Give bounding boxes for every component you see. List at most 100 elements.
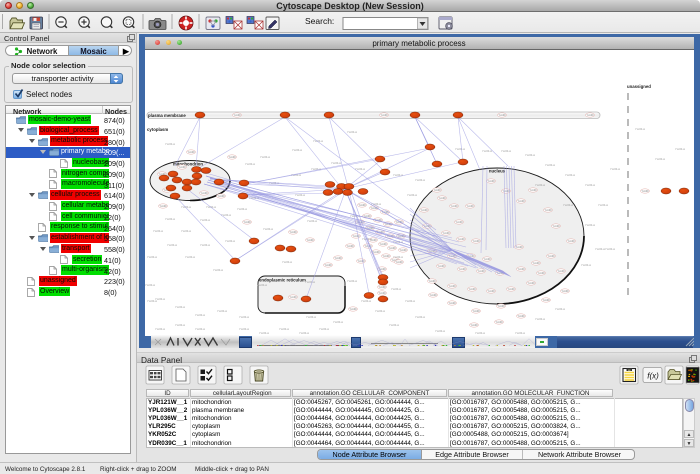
svg-text:Yxx00: Yxx00 bbox=[537, 271, 545, 275]
svg-text:Yxx00-w: Yxx00-w bbox=[393, 255, 403, 259]
svg-text:Yxx00: Yxx00 bbox=[529, 188, 537, 192]
svg-text:Yxx00-w: Yxx00-w bbox=[263, 227, 273, 231]
svg-text:Yxx00-w: Yxx00-w bbox=[675, 147, 685, 151]
svg-text:Yxx00: Yxx00 bbox=[289, 230, 297, 234]
svg-text:Yxx00: Yxx00 bbox=[544, 208, 552, 212]
svg-text:Yxx00: Yxx00 bbox=[159, 204, 167, 208]
svg-text:Yxx00: Yxx00 bbox=[306, 238, 314, 242]
svg-text:Yxx00: Yxx00 bbox=[527, 281, 535, 285]
svg-text:Yxx00-w: Yxx00-w bbox=[635, 127, 645, 131]
svg-text:Yxx00-w: Yxx00-w bbox=[167, 243, 177, 247]
svg-text:Yxx00-w: Yxx00-w bbox=[535, 317, 545, 321]
svg-text:Yxx00-w: Yxx00-w bbox=[585, 223, 595, 227]
svg-text:Yxx00: Yxx00 bbox=[382, 254, 390, 258]
svg-text:Yxx00-w: Yxx00-w bbox=[200, 243, 210, 247]
svg-text:Yxx00: Yxx00 bbox=[477, 269, 485, 273]
svg-text:Yxx00-w: Yxx00-w bbox=[306, 315, 316, 319]
svg-text:Yxx00-w: Yxx00-w bbox=[155, 327, 165, 331]
svg-text:Yxx00-w: Yxx00-w bbox=[391, 287, 401, 291]
svg-text:Yxx00-w: Yxx00-w bbox=[545, 163, 555, 167]
svg-text:Yxx00-w: Yxx00-w bbox=[147, 255, 157, 259]
svg-text:Yxx00: Yxx00 bbox=[487, 179, 495, 183]
svg-text:Yxx00-w: Yxx00-w bbox=[165, 142, 175, 146]
svg-text:Yxx00: Yxx00 bbox=[450, 204, 458, 208]
svg-text:Yxx00-w: Yxx00-w bbox=[185, 255, 195, 259]
svg-text:Yxx00-w: Yxx00-w bbox=[555, 307, 565, 311]
svg-text:Yxx00: Yxx00 bbox=[470, 323, 478, 327]
svg-text:Yxx00-w: Yxx00-w bbox=[147, 299, 157, 303]
svg-text:Yxx00: Yxx00 bbox=[372, 250, 380, 254]
svg-text:Yxx00: Yxx00 bbox=[357, 259, 365, 263]
svg-text:Yxx00-w: Yxx00-w bbox=[245, 162, 255, 166]
svg-text:Yxx00: Yxx00 bbox=[448, 301, 456, 305]
svg-text:Yxx00-w: Yxx00-w bbox=[655, 157, 665, 161]
svg-text:Yxx00-w: Yxx00-w bbox=[257, 283, 267, 287]
svg-text:Yxx00-w: Yxx00-w bbox=[239, 315, 249, 319]
svg-text:Yxx00-w: Yxx00-w bbox=[415, 315, 425, 319]
svg-text:f(x): f(x) bbox=[647, 372, 659, 381]
svg-text:Yxx00: Yxx00 bbox=[468, 287, 476, 291]
svg-text:Yxx00-w: Yxx00-w bbox=[535, 183, 545, 187]
svg-text:Yxx00: Yxx00 bbox=[438, 196, 446, 200]
svg-text:Yxx00: Yxx00 bbox=[334, 256, 342, 260]
svg-text:Yxx00: Yxx00 bbox=[457, 237, 465, 241]
svg-text:Yxx00: Yxx00 bbox=[428, 279, 436, 283]
svg-text:Yxx00: Yxx00 bbox=[498, 113, 506, 117]
svg-text:unassigned: unassigned bbox=[627, 84, 651, 89]
svg-text:Yxx00: Yxx00 bbox=[358, 203, 366, 207]
svg-text:Yxx00-w: Yxx00-w bbox=[319, 327, 329, 331]
svg-text:nucleus: nucleus bbox=[488, 169, 505, 174]
svg-text:Yxx00-w: Yxx00-w bbox=[200, 218, 210, 222]
svg-text:Yxx00: Yxx00 bbox=[380, 113, 388, 117]
svg-text:Yxx00: Yxx00 bbox=[586, 113, 594, 117]
svg-text:Yxx00-w: Yxx00-w bbox=[563, 203, 573, 207]
svg-text:Yxx00: Yxx00 bbox=[458, 267, 466, 271]
svg-text:endoplasmic reticulum: endoplasmic reticulum bbox=[259, 278, 306, 283]
svg-text:Yxx00: Yxx00 bbox=[437, 264, 445, 268]
svg-text:Yxx00: Yxx00 bbox=[517, 267, 525, 271]
svg-text:Yxx00-w: Yxx00-w bbox=[407, 193, 417, 197]
svg-text:Yxx00-w: Yxx00-w bbox=[333, 320, 343, 324]
svg-text:Yxx00-w: Yxx00-w bbox=[501, 149, 511, 153]
svg-text:Yxx00-w: Yxx00-w bbox=[175, 323, 185, 327]
svg-text:Yxx00: Yxx00 bbox=[641, 189, 649, 193]
svg-text:Yxx00: Yxx00 bbox=[448, 284, 456, 288]
svg-text:Yxx00-w: Yxx00-w bbox=[585, 183, 595, 187]
svg-text:Yxx00-w: Yxx00-w bbox=[181, 205, 191, 209]
svg-text:Yxx00-w: Yxx00-w bbox=[435, 329, 445, 333]
svg-text:Yxx00: Yxx00 bbox=[243, 220, 251, 224]
svg-text:Yxx00-w: Yxx00-w bbox=[153, 229, 163, 233]
svg-text:Yxx00-w: Yxx00-w bbox=[225, 239, 235, 243]
svg-text:Yxx00-w: Yxx00-w bbox=[175, 305, 185, 309]
svg-text:Yxx00-w: Yxx00-w bbox=[610, 167, 620, 171]
svg-text:Yxx00-w: Yxx00-w bbox=[525, 153, 535, 157]
svg-text:Yxx00: Yxx00 bbox=[532, 261, 540, 265]
svg-text:Yxx00-w: Yxx00-w bbox=[581, 263, 591, 267]
svg-text:Yxx00: Yxx00 bbox=[502, 189, 510, 193]
svg-text:Yxx00-w: Yxx00-w bbox=[282, 260, 292, 264]
svg-text:Yxx00: Yxx00 bbox=[346, 244, 354, 248]
svg-text:Yxx00-w: Yxx00-w bbox=[455, 147, 465, 151]
svg-text:Yxx00: Yxx00 bbox=[378, 291, 386, 295]
svg-text:Yxx00-w: Yxx00-w bbox=[213, 268, 223, 272]
svg-text:Yxx00-w: Yxx00-w bbox=[347, 279, 357, 283]
svg-text:Yxx00: Yxx00 bbox=[442, 231, 450, 235]
svg-text:Yxx00-w: Yxx00-w bbox=[181, 229, 191, 233]
svg-text:Yxx00: Yxx00 bbox=[289, 295, 297, 299]
svg-text:Yxx00: Yxx00 bbox=[561, 289, 569, 293]
svg-text:Yxx00: Yxx00 bbox=[547, 254, 555, 258]
svg-text:Yxx00: Yxx00 bbox=[507, 287, 515, 291]
svg-text:Yxx00-w: Yxx00-w bbox=[305, 280, 315, 284]
svg-text:Yxx00: Yxx00 bbox=[399, 248, 407, 252]
svg-text:Yxx00-w: Yxx00-w bbox=[237, 207, 247, 211]
svg-text:Yxx00-w: Yxx00-w bbox=[145, 283, 155, 287]
svg-text:Yxx00-w: Yxx00-w bbox=[375, 309, 385, 313]
svg-text:plasma membrane: plasma membrane bbox=[148, 113, 186, 118]
svg-text:Yxx00: Yxx00 bbox=[433, 188, 441, 192]
svg-text:Yxx00: Yxx00 bbox=[552, 224, 560, 228]
svg-text:Yxx00: Yxx00 bbox=[352, 234, 360, 238]
svg-text:Yxx00-w: Yxx00-w bbox=[313, 139, 323, 143]
svg-text:Yxx00-w: Yxx00-w bbox=[565, 173, 575, 177]
svg-text:Yxx00-w: Yxx00-w bbox=[347, 130, 357, 134]
svg-text:Yxx00: Yxx00 bbox=[379, 242, 387, 246]
